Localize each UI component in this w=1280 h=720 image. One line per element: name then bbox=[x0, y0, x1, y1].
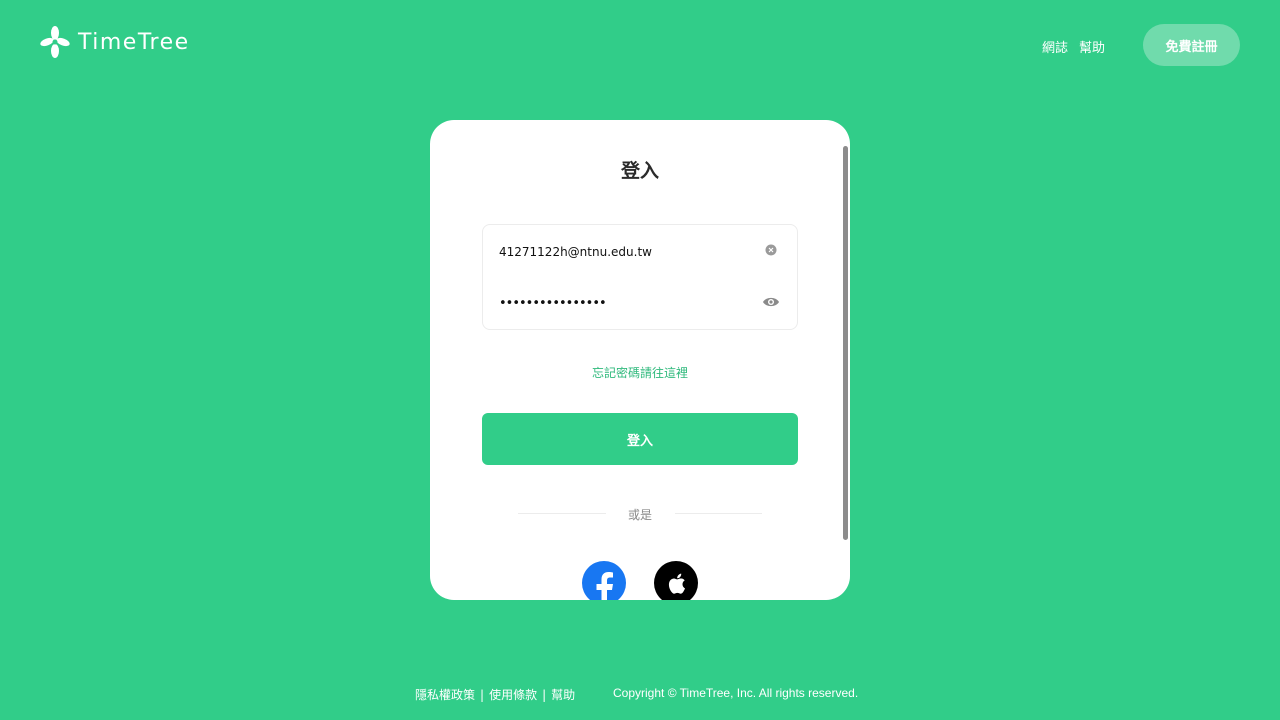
signup-button[interactable]: 免費註冊 bbox=[1143, 24, 1240, 66]
email-field[interactable] bbox=[499, 239, 759, 265]
copyright-text: Copyright © TimeTree, Inc. All rights re… bbox=[613, 686, 859, 700]
divider-line bbox=[518, 513, 606, 514]
top-nav: 網誌 幫助 bbox=[1042, 37, 1105, 56]
footer-separator: | bbox=[542, 687, 547, 702]
nav-blog-link[interactable]: 網誌 bbox=[1042, 37, 1068, 56]
logo[interactable]: TimeTree bbox=[40, 26, 190, 58]
divider-text: 或是 bbox=[627, 508, 652, 522]
credentials-box bbox=[482, 224, 798, 330]
timetree-leaf-icon bbox=[40, 26, 70, 58]
footer-links: 隱私權政策 | 使用條款 | 幫助 bbox=[415, 686, 575, 703]
apple-login-button[interactable] bbox=[654, 561, 698, 600]
footer: 隱私權政策 | 使用條款 | 幫助 Copyright © TimeTree, … bbox=[0, 686, 1280, 706]
card-scrollbar[interactable] bbox=[843, 146, 848, 540]
eye-icon[interactable] bbox=[762, 295, 780, 309]
login-card: 登入 忘記密碼請往這裡 登入 或是 bbox=[430, 120, 850, 600]
apple-icon bbox=[668, 573, 685, 594]
footer-help-link[interactable]: 幫助 bbox=[551, 686, 575, 703]
nav-help-link[interactable]: 幫助 bbox=[1079, 37, 1105, 56]
clear-icon[interactable] bbox=[765, 244, 777, 256]
login-button[interactable]: 登入 bbox=[482, 413, 798, 465]
footer-separator: | bbox=[480, 687, 485, 702]
privacy-policy-link[interactable]: 隱私權政策 bbox=[415, 686, 475, 703]
logo-text: TimeTree bbox=[78, 29, 190, 55]
facebook-login-button[interactable] bbox=[582, 561, 626, 600]
header: TimeTree 網誌 幫助 免費註冊 bbox=[0, 0, 1280, 90]
facebook-icon bbox=[596, 572, 613, 600]
forgot-password-link[interactable]: 忘記密碼請往這裡 bbox=[430, 364, 850, 381]
divider-line bbox=[675, 513, 762, 514]
login-title: 登入 bbox=[620, 160, 659, 182]
terms-of-use-link[interactable]: 使用條款 bbox=[489, 686, 537, 703]
password-field[interactable] bbox=[499, 290, 759, 316]
